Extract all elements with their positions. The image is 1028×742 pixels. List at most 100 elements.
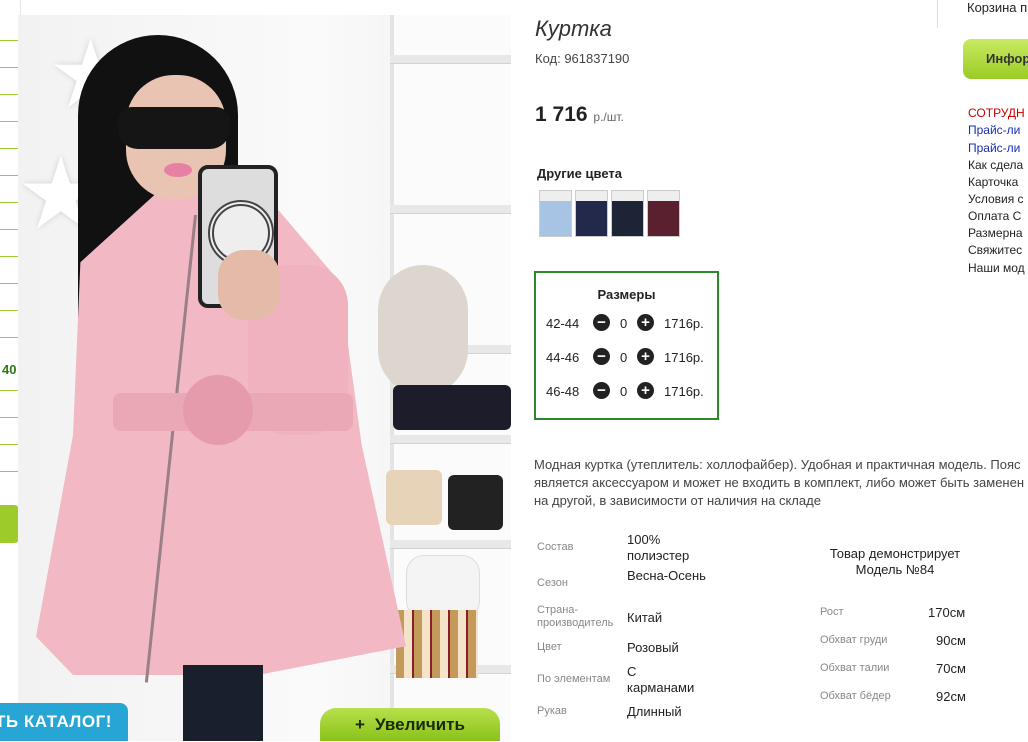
minus-icon[interactable]: − <box>593 382 610 399</box>
size-label: 44-46 <box>546 350 580 365</box>
model-hand <box>218 250 280 320</box>
info-button[interactable]: Инфор <box>963 39 1028 79</box>
color-swatch[interactable] <box>539 190 572 237</box>
strip-divider <box>0 67 18 68</box>
strip-divider <box>0 390 18 391</box>
sidebar-link[interactable]: Прайс-ли <box>968 123 1020 137</box>
sidebar-link[interactable]: Условия с <box>968 192 1024 206</box>
strip-divider <box>0 283 18 284</box>
measurement-label: Обхват груди <box>820 634 888 646</box>
sidebar-link[interactable]: Прайс-ли <box>968 141 1020 155</box>
price-unit: р./шт. <box>593 110 624 124</box>
strip-divider <box>0 148 18 149</box>
sidebar-link[interactable]: Размерна <box>968 226 1023 240</box>
sidebar-divider <box>937 0 938 28</box>
sizes-title: Размеры <box>597 287 656 302</box>
property-value: 100% полиэстер <box>627 532 690 563</box>
property-value: С карманами <box>627 664 695 695</box>
size-row: 46-48 − 0 + 1716р. <box>546 382 716 402</box>
price-value: 1 716 <box>535 103 588 126</box>
strip-divider <box>0 256 18 257</box>
measurement-label: Обхват бёдер <box>820 690 891 702</box>
strip-divider <box>0 337 18 338</box>
measurement-value: 90см <box>936 633 966 648</box>
property-value: Китай <box>627 610 663 625</box>
size-row: 44-46 − 0 + 1716р. <box>546 348 716 368</box>
color-swatch[interactable] <box>575 190 608 237</box>
property-label: Страна-производитель <box>537 604 614 629</box>
plus-icon: + <box>355 715 365 734</box>
sidebar-link[interactable]: СОТРУДН <box>968 106 1025 120</box>
product-title: Куртка <box>535 16 612 41</box>
shelf <box>390 435 511 444</box>
measurement-value: 170см <box>928 605 966 620</box>
size-qty[interactable]: 0 <box>620 384 627 399</box>
property-value: Весна-Осень <box>627 568 706 583</box>
sizes-box: Размеры 42-44 − 0 + 1716р. 44-46 − 0 + 1… <box>534 271 719 420</box>
sunglasses <box>118 107 230 149</box>
color-swatch[interactable] <box>611 190 644 237</box>
sidebar-link[interactable]: Карточка <box>968 175 1018 189</box>
measurement-value: 70см <box>936 661 966 676</box>
handbag-black <box>448 475 503 530</box>
property-label: Состав <box>537 541 574 553</box>
property-label: Сезон <box>537 577 568 589</box>
sidebar-link[interactable]: Оплата С <box>968 209 1021 223</box>
sidebar-link[interactable]: Как сдела <box>968 158 1023 172</box>
size-price: 1716р. <box>664 384 704 399</box>
strip-green-tab[interactable] <box>0 505 20 543</box>
model-title: Товар демонстрирует Модель №84 <box>829 546 961 577</box>
sidebar-link[interactable]: Свяжитес <box>968 243 1022 257</box>
property-value: Розовый <box>627 640 679 655</box>
property-label: Рукав <box>537 705 567 717</box>
strip-divider <box>0 175 18 176</box>
product-code: Код: 961837190 <box>535 51 630 66</box>
sequin-item <box>393 385 511 430</box>
property-value: Длинный <box>627 704 682 719</box>
product-price: 1 716 р./шт. <box>535 103 624 127</box>
minus-icon[interactable]: − <box>593 348 610 365</box>
size-qty[interactable]: 0 <box>620 316 627 331</box>
property-label: По элементам <box>537 673 611 685</box>
model-legs <box>183 665 263 741</box>
size-price: 1716р. <box>664 350 704 365</box>
strip-number[interactable]: 40 <box>2 362 16 377</box>
measurement-label: Рост <box>820 606 844 618</box>
plus-icon[interactable]: + <box>637 314 654 331</box>
shelf <box>390 55 511 64</box>
measurement-label: Обхват талии <box>820 662 890 674</box>
sidebar-link[interactable]: Наши мод <box>968 261 1025 275</box>
plus-icon[interactable]: + <box>637 382 654 399</box>
product-description: Модная куртка (утеплитель: холлофайбер).… <box>534 457 1025 508</box>
strip-divider <box>0 94 18 95</box>
strip-divider <box>0 202 18 203</box>
checked-box <box>396 610 478 678</box>
teddy-bear <box>378 265 468 395</box>
size-price: 1716р. <box>664 316 704 331</box>
strip-divider <box>0 229 18 230</box>
property-label: Цвет <box>537 641 562 653</box>
color-swatch[interactable] <box>647 190 680 237</box>
size-row: 42-44 − 0 + 1716р. <box>546 314 716 334</box>
zoom-button[interactable]: + Увеличить <box>320 708 500 741</box>
minus-icon[interactable]: − <box>593 314 610 331</box>
strip-divider <box>0 471 18 472</box>
handbag-beige <box>386 470 442 525</box>
strip-divider <box>0 40 18 41</box>
zoom-button-label: Увеличить <box>374 715 465 734</box>
measurement-value: 92см <box>936 689 966 704</box>
plus-icon[interactable]: + <box>637 348 654 365</box>
belt-bow <box>183 375 253 445</box>
product-photo[interactable]: ★ ★ <box>18 15 511 741</box>
catalog-button[interactable]: ТЬ КАТАЛОГ! <box>0 703 128 741</box>
strip-divider <box>0 121 18 122</box>
strip-divider <box>0 444 18 445</box>
shelf <box>390 540 511 549</box>
size-qty[interactable]: 0 <box>620 350 627 365</box>
strip-divider <box>0 310 18 311</box>
size-label: 42-44 <box>546 316 580 331</box>
other-colors-title: Другие цвета <box>537 166 622 181</box>
model-lips <box>164 163 192 177</box>
strip-divider <box>0 417 18 418</box>
cart-link[interactable]: Корзина п <box>967 0 1027 15</box>
